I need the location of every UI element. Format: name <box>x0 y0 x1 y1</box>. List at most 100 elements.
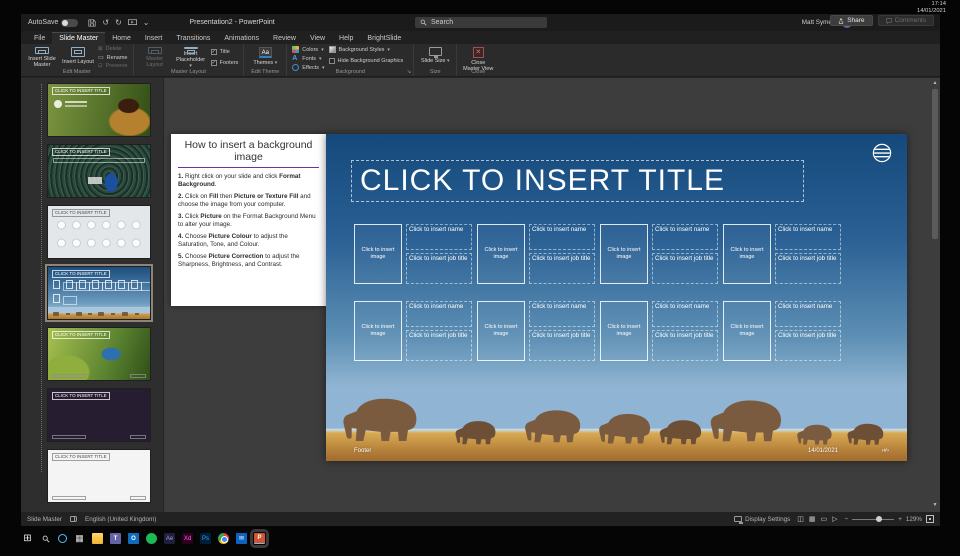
name-placeholder[interactable]: Click to insert name <box>775 224 841 250</box>
title-checkbox[interactable]: ✓Title <box>211 49 239 55</box>
title-placeholder[interactable]: CLICK TO INSERT TITLE <box>351 160 804 202</box>
tab-insert[interactable]: Insert <box>138 33 170 44</box>
job-title-placeholder[interactable]: Click to insert job title <box>775 253 841 284</box>
image-placeholder[interactable]: Click to insert image <box>600 301 648 361</box>
job-title-placeholder[interactable]: Click to insert job title <box>652 330 718 361</box>
rename-button[interactable]: ▭Rename <box>98 54 128 61</box>
chrome-icon[interactable] <box>218 533 229 544</box>
taskbar-clock[interactable]: 17:14 14/01/2021 <box>917 1 946 15</box>
instructions-panel[interactable]: How to insert a background image 1. Righ… <box>171 134 326 306</box>
search-icon[interactable] <box>40 533 51 544</box>
tab-home[interactable]: Home <box>105 33 138 44</box>
slide-sorter-view-icon[interactable]: ▦ <box>809 515 816 523</box>
share-button[interactable]: Share <box>830 15 872 26</box>
tab-animations[interactable]: Animations <box>217 33 266 44</box>
normal-view-icon[interactable]: ◫ <box>797 515 804 523</box>
after-effects-icon[interactable]: Ae <box>164 533 175 544</box>
insert-slide-master-button[interactable]: Insert Slide Master <box>26 46 58 68</box>
zoom-in-icon[interactable]: + <box>898 516 902 523</box>
undo-icon[interactable]: ↺ <box>102 19 109 27</box>
tab-view[interactable]: View <box>303 33 332 44</box>
job-title-placeholder[interactable]: Click to insert job title <box>652 253 718 284</box>
insert-layout-button[interactable]: Insert Layout <box>62 46 94 68</box>
zoom-slider[interactable] <box>852 519 894 520</box>
job-title-placeholder[interactable]: Click to insert job title <box>529 253 595 284</box>
cortana-icon[interactable] <box>58 534 67 543</box>
scroll-up-icon[interactable]: ▲ <box>933 80 938 86</box>
image-placeholder[interactable]: Click to insert image <box>477 301 525 361</box>
tab-transitions[interactable]: Transitions <box>169 33 217 44</box>
slide-size-button[interactable]: Slide Size ▾ <box>419 46 451 68</box>
tab-file[interactable]: File <box>27 33 52 44</box>
language-label[interactable]: English (United Kingdom) <box>85 516 156 523</box>
tab-brightslide[interactable]: BrightSlide <box>360 33 408 44</box>
tab-help[interactable]: Help <box>332 33 360 44</box>
thumbnail-lion-photo-layout[interactable]: CLICK TO INSERT TITLE <box>47 83 151 137</box>
zoom-out-icon[interactable]: − <box>845 516 849 523</box>
autosave-toggle[interactable]: AutoSave <box>28 19 78 27</box>
footer-placeholder[interactable]: Footer <box>354 448 371 454</box>
scrollbar-thumb[interactable] <box>932 89 938 239</box>
footers-checkbox[interactable]: ✓Footers <box>211 60 239 66</box>
proofing-book-icon[interactable] <box>70 516 77 522</box>
teams-icon[interactable]: T <box>110 533 121 544</box>
redo-icon[interactable]: ↻ <box>115 19 122 27</box>
slideshow-view-icon[interactable]: ▷ <box>832 515 837 523</box>
hide-background-graphics-checkbox[interactable]: Hide Background Graphics <box>329 58 404 64</box>
adobe-xd-icon[interactable]: Xd <box>182 533 193 544</box>
thumbnail-elephants-team-layout[interactable]: CLICK TO INSERT TITLE <box>47 266 151 320</box>
thumbnail-white-title-layout[interactable]: CLICK TO INSERT TITLE <box>47 449 151 503</box>
tab-slide-master[interactable]: Slide Master <box>52 32 105 44</box>
job-title-placeholder[interactable]: Click to insert job title <box>406 330 472 361</box>
comments-button[interactable]: Comments <box>878 15 934 26</box>
save-icon[interactable] <box>88 19 96 27</box>
name-placeholder[interactable]: Click to insert name <box>652 224 718 250</box>
start-presentation-icon[interactable] <box>128 19 137 27</box>
name-placeholder[interactable]: Click to insert name <box>406 301 472 327</box>
zoom-level[interactable]: 129% <box>906 516 922 523</box>
name-placeholder[interactable]: Click to insert name <box>406 224 472 250</box>
thumbnail-peacock-photo-layout[interactable]: CLICK TO INSERT TITLE <box>47 144 151 198</box>
start-icon[interactable]: ⊞ <box>22 533 33 544</box>
reading-view-icon[interactable]: ▭ <box>821 515 828 523</box>
name-placeholder[interactable]: Click to insert name <box>652 301 718 327</box>
vertical-scrollbar[interactable]: ▲ ▼ <box>931 80 939 508</box>
name-placeholder[interactable]: Click to insert name <box>775 301 841 327</box>
insert-placeholder-button[interactable]: Insert Placeholder ▾ <box>175 46 207 68</box>
file-explorer-icon[interactable] <box>92 533 103 544</box>
image-placeholder[interactable]: Click to insert image <box>600 224 648 284</box>
outlook-icon[interactable]: O <box>128 533 139 544</box>
image-placeholder[interactable]: Click to insert image <box>723 224 771 284</box>
image-placeholder[interactable]: Click to insert image <box>354 224 402 284</box>
autosave-switch-icon[interactable] <box>61 19 78 27</box>
close-master-view-button[interactable]: ✕ Close Master View <box>462 46 494 68</box>
task-view-icon[interactable]: ▦ <box>74 533 85 544</box>
fit-to-window-icon[interactable] <box>926 515 934 523</box>
date-placeholder[interactable]: 14/01/2021 <box>808 448 838 454</box>
name-placeholder[interactable]: Click to insert name <box>529 224 595 250</box>
image-placeholder[interactable]: Click to insert image <box>477 224 525 284</box>
background-styles-button[interactable]: Background Styles ▾ <box>329 46 404 53</box>
spotify-icon[interactable] <box>146 533 157 544</box>
name-placeholder[interactable]: Click to insert name <box>529 301 595 327</box>
powerpoint-icon[interactable]: P <box>254 533 265 544</box>
job-title-placeholder[interactable]: Click to insert job title <box>406 253 472 284</box>
colors-button[interactable]: Colors ▾ <box>292 46 324 53</box>
slide-number-placeholder[interactable]: ‹#› <box>882 448 889 454</box>
thumbnail-blue-tit-photo-layout[interactable]: CLICK TO INSERT TITLE <box>47 327 151 381</box>
mail-icon[interactable]: ✉ <box>236 533 247 544</box>
slide-editing-area[interactable]: CLICK TO INSERT TITLE Click to insert im… <box>326 134 907 461</box>
job-title-placeholder[interactable]: Click to insert job title <box>529 330 595 361</box>
fonts-button[interactable]: AFonts ▾ <box>292 55 324 62</box>
tab-review[interactable]: Review <box>266 33 303 44</box>
image-placeholder[interactable]: Click to insert image <box>354 301 402 361</box>
photoshop-icon[interactable]: Ps <box>200 533 211 544</box>
themes-button[interactable]: Aa Themes ▾ <box>249 46 281 68</box>
image-placeholder[interactable]: Click to insert image <box>723 301 771 361</box>
job-title-placeholder[interactable]: Click to insert job title <box>775 330 841 361</box>
thumbnail-team-circles-layout[interactable]: CLICK TO INSERT TITLE <box>47 205 151 259</box>
scroll-down-icon[interactable]: ▼ <box>931 502 939 508</box>
zoom-slider-knob[interactable] <box>876 516 882 522</box>
search-input[interactable]: Search <box>415 17 547 28</box>
customize-quick-access-icon[interactable]: ⌄ <box>143 19 150 27</box>
